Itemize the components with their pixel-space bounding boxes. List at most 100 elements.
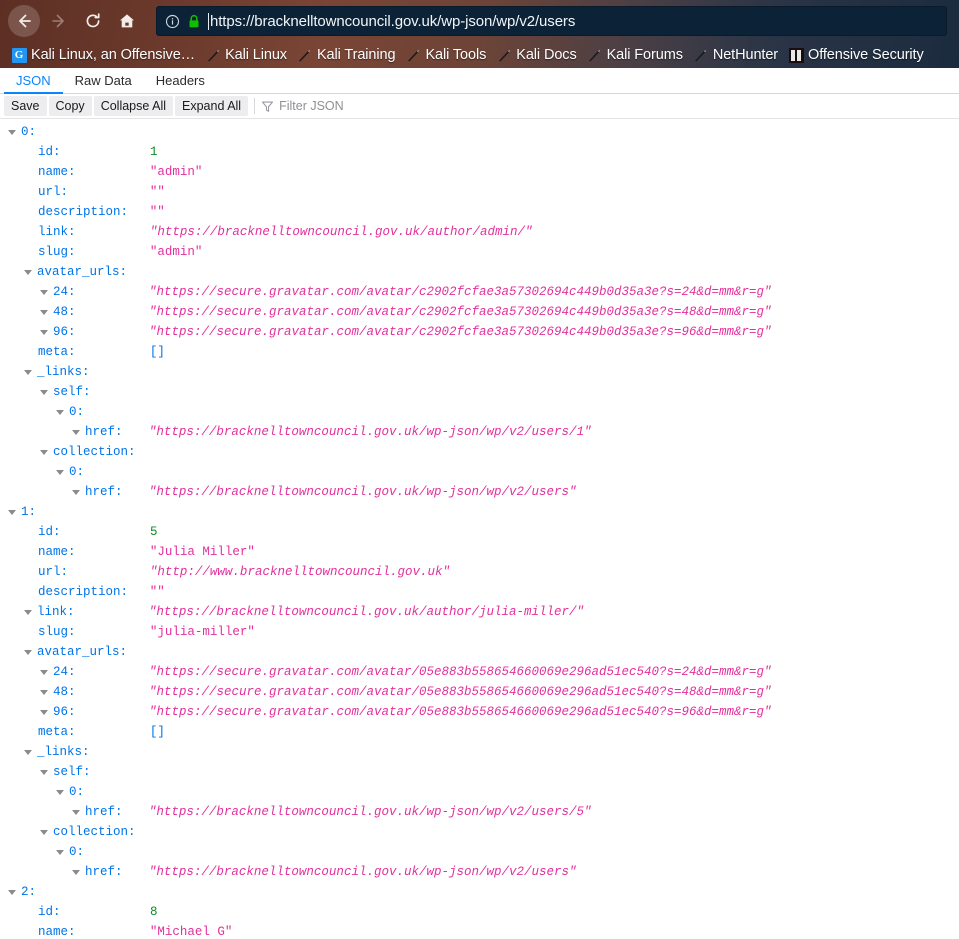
json-row[interactable]: _links: xyxy=(0,742,959,762)
json-row[interactable]: description: "" xyxy=(0,202,959,222)
json-row[interactable]: href: "https://bracknelltowncouncil.gov.u… xyxy=(0,482,959,502)
expand-triangle-icon[interactable] xyxy=(56,789,64,795)
json-row[interactable]: slug: "admin" xyxy=(0,242,959,262)
json-row[interactable]: 0: xyxy=(0,842,959,862)
json-row[interactable]: 0: xyxy=(0,782,959,802)
json-value[interactable]: "https://secure.gravatar.com/avatar/c290… xyxy=(149,282,772,302)
json-value[interactable]: "https://bracknelltowncouncil.gov.uk/wp-… xyxy=(149,482,577,502)
json-row[interactable]: 2: xyxy=(0,882,959,902)
expand-triangle-icon[interactable] xyxy=(8,129,16,135)
expand-triangle-icon[interactable] xyxy=(40,709,48,715)
json-row[interactable]: 1: xyxy=(0,502,959,522)
json-row[interactable]: 24: "https://secure.gravatar.com/avatar/0… xyxy=(0,662,959,682)
expand-all-button[interactable]: Expand All xyxy=(175,96,249,116)
expand-triangle-icon[interactable] xyxy=(40,389,48,395)
json-row[interactable]: description: "" xyxy=(0,582,959,602)
json-value[interactable]: "https://secure.gravatar.com/avatar/c290… xyxy=(149,322,772,342)
expand-triangle-icon[interactable] xyxy=(56,849,64,855)
json-row[interactable]: avatar_urls: xyxy=(0,262,959,282)
json-value[interactable]: "https://secure.gravatar.com/avatar/05e8… xyxy=(149,702,772,722)
expand-triangle-icon[interactable] xyxy=(40,829,48,835)
info-circle-icon[interactable] xyxy=(165,14,180,29)
json-row[interactable]: name: "admin" xyxy=(0,162,959,182)
json-value[interactable]: "http://www.bracknelltowncouncil.gov.uk" xyxy=(150,562,450,582)
expand-triangle-icon[interactable] xyxy=(8,889,16,895)
json-row[interactable]: 96: "https://secure.gravatar.com/avatar/c… xyxy=(0,322,959,342)
expand-triangle-icon[interactable] xyxy=(24,369,32,375)
tab-json[interactable]: JSON xyxy=(4,68,63,94)
json-row[interactable]: self: xyxy=(0,382,959,402)
json-value[interactable]: "https://bracknelltowncouncil.gov.uk/aut… xyxy=(149,602,584,622)
back-button[interactable] xyxy=(8,5,40,37)
json-row[interactable]: 96: "https://secure.gravatar.com/avatar/0… xyxy=(0,702,959,722)
tab-raw-data[interactable]: Raw Data xyxy=(63,68,144,94)
json-row[interactable]: avatar_urls: xyxy=(0,642,959,662)
json-row[interactable]: id: 5 xyxy=(0,522,959,542)
expand-triangle-icon[interactable] xyxy=(40,769,48,775)
url-bar[interactable]: https://bracknelltowncouncil.gov.uk/wp-j… xyxy=(156,6,947,36)
json-row[interactable]: collection: xyxy=(0,822,959,842)
collapse-all-button[interactable]: Collapse All xyxy=(93,96,174,116)
expand-triangle-icon[interactable] xyxy=(40,449,48,455)
json-value[interactable]: "https://secure.gravatar.com/avatar/05e8… xyxy=(149,662,772,682)
json-row[interactable]: 0: xyxy=(0,122,959,142)
copy-button[interactable]: Copy xyxy=(48,96,92,116)
json-row[interactable]: href: "https://bracknelltowncouncil.gov.u… xyxy=(0,862,959,882)
json-value[interactable]: "https://secure.gravatar.com/avatar/c290… xyxy=(149,302,772,322)
expand-triangle-icon[interactable] xyxy=(72,869,80,875)
json-row[interactable]: href: "https://bracknelltowncouncil.gov.u… xyxy=(0,422,959,442)
forward-button[interactable] xyxy=(44,6,74,36)
json-row[interactable]: 48: "https://secure.gravatar.com/avatar/c… xyxy=(0,302,959,322)
expand-triangle-icon[interactable] xyxy=(24,609,32,615)
expand-triangle-icon[interactable] xyxy=(72,429,80,435)
json-row[interactable]: id: 8 xyxy=(0,902,959,922)
json-row[interactable]: 24: "https://secure.gravatar.com/avatar/c… xyxy=(0,282,959,302)
json-row[interactable]: url: "" xyxy=(0,182,959,202)
json-row[interactable]: 48: "https://secure.gravatar.com/avatar/0… xyxy=(0,682,959,702)
json-row[interactable]: slug: "julia-miller" xyxy=(0,622,959,642)
json-row[interactable]: meta: [] xyxy=(0,722,959,742)
json-value[interactable]: "https://secure.gravatar.com/avatar/05e8… xyxy=(149,682,772,702)
expand-triangle-icon[interactable] xyxy=(40,329,48,335)
json-row[interactable]: name: "Michael G" xyxy=(0,922,959,939)
json-row[interactable]: link: "https://bracknelltowncouncil.gov.u… xyxy=(0,222,959,242)
json-row[interactable]: href: "https://bracknelltowncouncil.gov.u… xyxy=(0,802,959,822)
json-row[interactable]: collection: xyxy=(0,442,959,462)
json-value[interactable]: "https://bracknelltowncouncil.gov.uk/wp-… xyxy=(149,802,592,822)
json-row[interactable]: id: 1 xyxy=(0,142,959,162)
bookmark-item-kali-linux[interactable]: Kali Linux xyxy=(200,44,292,66)
expand-triangle-icon[interactable] xyxy=(72,489,80,495)
json-value[interactable]: "https://bracknelltowncouncil.gov.uk/wp-… xyxy=(149,422,592,442)
json-row[interactable]: self: xyxy=(0,762,959,782)
json-row[interactable]: _links: xyxy=(0,362,959,382)
json-value[interactable]: "https://bracknelltowncouncil.gov.uk/wp-… xyxy=(149,862,577,882)
padlock-secure-icon[interactable] xyxy=(187,14,201,29)
json-row[interactable]: 0: xyxy=(0,402,959,422)
tab-headers[interactable]: Headers xyxy=(144,68,217,94)
json-row[interactable]: 0: xyxy=(0,462,959,482)
save-button[interactable]: Save xyxy=(4,96,47,116)
reload-button[interactable] xyxy=(78,6,108,36)
filter-json-input[interactable]: Filter JSON xyxy=(261,99,955,113)
home-button[interactable] xyxy=(112,6,142,36)
expand-triangle-icon[interactable] xyxy=(24,269,32,275)
json-row[interactable]: name: "Julia Miller" xyxy=(0,542,959,562)
expand-triangle-icon[interactable] xyxy=(72,809,80,815)
expand-triangle-icon[interactable] xyxy=(56,469,64,475)
bookmark-item-nethunter[interactable]: NetHunter xyxy=(688,44,783,66)
bookmark-item-kali-training[interactable]: Kali Training xyxy=(292,44,401,66)
json-row[interactable]: meta: [] xyxy=(0,342,959,362)
json-value[interactable]: "https://bracknelltowncouncil.gov.uk/aut… xyxy=(150,222,533,242)
expand-triangle-icon[interactable] xyxy=(40,309,48,315)
expand-triangle-icon[interactable] xyxy=(40,289,48,295)
bookmark-item-kali-tools[interactable]: Kali Tools xyxy=(400,44,491,66)
bookmark-item-offensive-security[interactable]: Offensive Security xyxy=(783,44,929,66)
expand-triangle-icon[interactable] xyxy=(56,409,64,415)
json-row[interactable]: link: "https://bracknelltowncouncil.gov.u… xyxy=(0,602,959,622)
expand-triangle-icon[interactable] xyxy=(40,669,48,675)
json-row[interactable]: url: "http://www.bracknelltowncouncil.gov… xyxy=(0,562,959,582)
expand-triangle-icon[interactable] xyxy=(40,689,48,695)
expand-triangle-icon[interactable] xyxy=(24,749,32,755)
bookmark-item-kali-docs[interactable]: Kali Docs xyxy=(491,44,581,66)
expand-triangle-icon[interactable] xyxy=(8,509,16,515)
